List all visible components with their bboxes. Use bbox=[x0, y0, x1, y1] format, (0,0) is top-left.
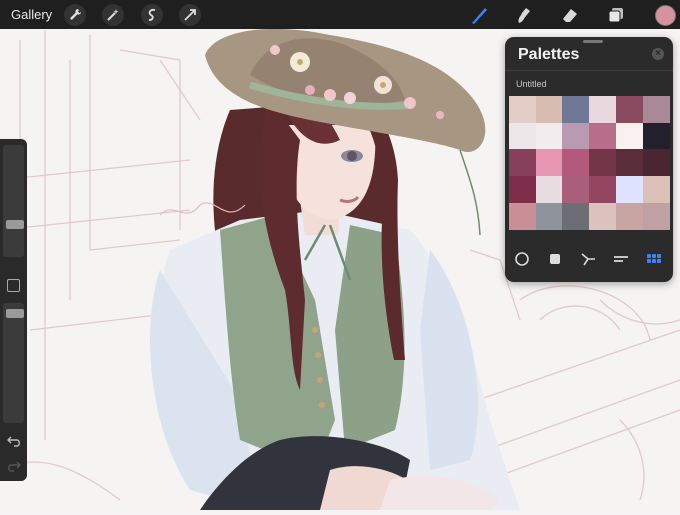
color-swatch[interactable] bbox=[509, 123, 536, 150]
color-swatch[interactable] bbox=[616, 123, 643, 150]
opacity-thumb[interactable] bbox=[6, 309, 24, 318]
disc-icon[interactable] bbox=[513, 250, 531, 268]
color-swatch[interactable] bbox=[509, 149, 536, 176]
eraser-icon[interactable] bbox=[559, 4, 581, 26]
panel-title: Palettes bbox=[518, 46, 580, 63]
wrench-icon[interactable] bbox=[64, 4, 86, 26]
color-swatch[interactable] bbox=[643, 149, 670, 176]
transform-arrow-icon[interactable] bbox=[179, 4, 201, 26]
color-swatch[interactable] bbox=[589, 123, 616, 150]
magic-wand-icon[interactable] bbox=[102, 4, 124, 26]
color-swatch[interactable] bbox=[643, 123, 670, 150]
opacity-slider[interactable] bbox=[3, 303, 24, 423]
color-swatch[interactable] bbox=[643, 176, 670, 203]
color-swatch[interactable] bbox=[562, 123, 589, 150]
palettes-panel: Palettes × Untitled bbox=[505, 37, 673, 282]
brush-size-slider[interactable] bbox=[3, 145, 24, 257]
color-swatch[interactable] bbox=[536, 203, 563, 230]
color-swatch[interactable] bbox=[536, 123, 563, 150]
color-swatch[interactable] bbox=[562, 96, 589, 123]
brush-size-thumb[interactable] bbox=[6, 220, 24, 229]
undo-icon[interactable] bbox=[6, 434, 22, 448]
color-swatch[interactable] bbox=[589, 176, 616, 203]
palette-name[interactable]: Untitled bbox=[516, 79, 547, 89]
color-swatch[interactable] bbox=[616, 96, 643, 123]
color-swatch[interactable] bbox=[562, 176, 589, 203]
smudge-icon[interactable] bbox=[513, 4, 535, 26]
color-swatch[interactable] bbox=[562, 203, 589, 230]
swatch-grid bbox=[509, 96, 670, 230]
color-swatch[interactable] bbox=[509, 96, 536, 123]
value-icon[interactable] bbox=[612, 250, 630, 268]
color-swatch[interactable] bbox=[589, 203, 616, 230]
color-swatch[interactable] bbox=[536, 149, 563, 176]
top-toolbar: Gallery bbox=[0, 0, 680, 29]
selection-icon[interactable] bbox=[141, 4, 163, 26]
panel-divider bbox=[505, 70, 673, 71]
color-swatch[interactable] bbox=[616, 203, 643, 230]
color-swatch[interactable] bbox=[616, 149, 643, 176]
layers-icon[interactable] bbox=[605, 4, 627, 26]
color-swatch[interactable] bbox=[562, 149, 589, 176]
harmony-icon[interactable] bbox=[579, 250, 597, 268]
palette-grid-icon[interactable] bbox=[645, 250, 663, 268]
color-swatch[interactable] bbox=[536, 96, 563, 123]
color-swatch[interactable] bbox=[509, 203, 536, 230]
gallery-button[interactable]: Gallery bbox=[11, 7, 52, 22]
palette-view-tabs bbox=[505, 247, 673, 271]
close-icon[interactable]: × bbox=[652, 48, 664, 60]
square-icon[interactable] bbox=[546, 250, 564, 268]
panel-drag-handle[interactable] bbox=[583, 40, 603, 43]
color-swatch[interactable] bbox=[536, 176, 563, 203]
color-swatch[interactable] bbox=[509, 176, 536, 203]
color-swatch[interactable] bbox=[643, 203, 670, 230]
color-swatch[interactable] bbox=[616, 176, 643, 203]
color-swatch[interactable] bbox=[643, 96, 670, 123]
redo-icon[interactable] bbox=[6, 459, 22, 473]
brush-icon[interactable] bbox=[468, 4, 490, 26]
color-swatch[interactable] bbox=[589, 149, 616, 176]
modify-square-icon[interactable] bbox=[7, 279, 20, 292]
color-swatch[interactable] bbox=[589, 96, 616, 123]
current-color-swatch[interactable] bbox=[655, 5, 676, 26]
left-sidebar bbox=[0, 139, 27, 481]
